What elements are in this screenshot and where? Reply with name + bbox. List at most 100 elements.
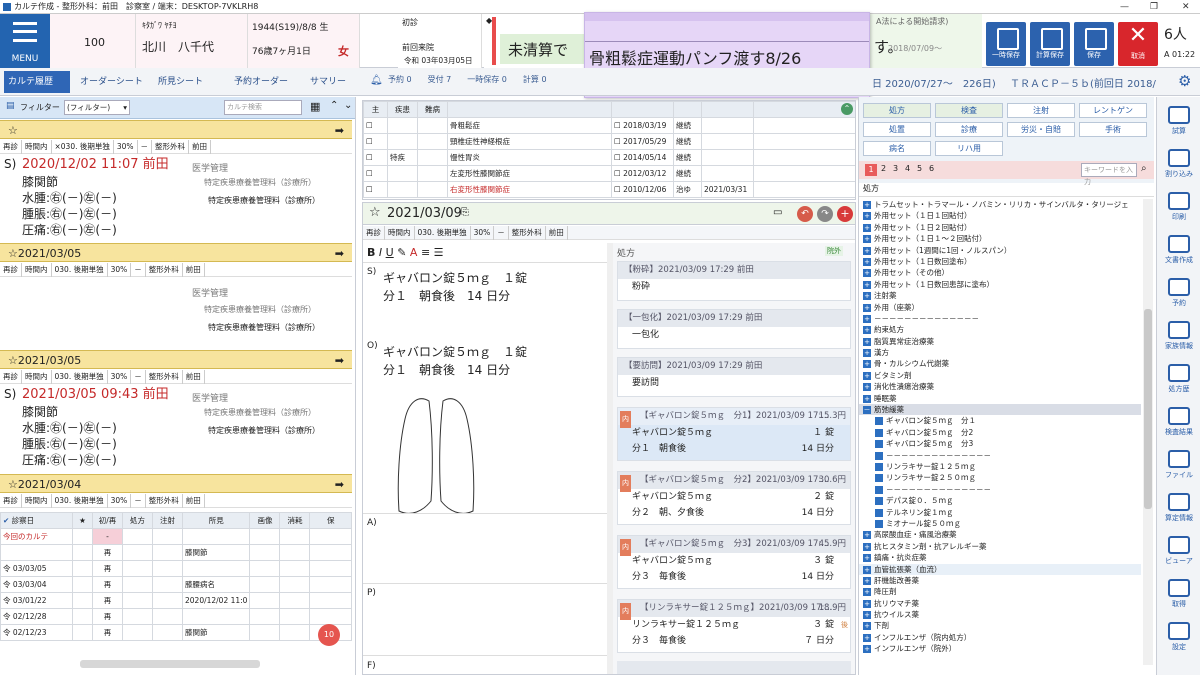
- expand-icon[interactable]: +: [863, 371, 871, 380]
- sidebar-button-6[interactable]: 家族情報: [1159, 318, 1199, 356]
- expand-icon[interactable]: +: [863, 212, 871, 221]
- table-row[interactable]: 今回のカルテ -: [0, 528, 352, 545]
- lock-icon[interactable]: ▭: [773, 207, 782, 218]
- expand-icon[interactable]: +: [863, 576, 871, 585]
- rx-block[interactable]: 【粉砕】2021/03/09 17:29 前田 粉砕: [617, 261, 851, 301]
- tree-item[interactable]: + 外用セット（その他）: [859, 267, 1141, 278]
- bullet-icon[interactable]: [875, 485, 883, 494]
- order-rx-button[interactable]: 処方: [863, 103, 931, 118]
- expand-icon[interactable]: +: [863, 565, 871, 574]
- page-tab-1[interactable]: 1: [865, 164, 877, 176]
- bullet-icon[interactable]: [875, 474, 883, 483]
- star-icon[interactable]: ☆: [369, 205, 381, 220]
- sidebar-button-7[interactable]: 処方歴: [1159, 361, 1199, 399]
- tree-item[interactable]: ギャバロン錠５ｍｇ 分１: [859, 415, 1141, 426]
- tree-item[interactable]: + トラムセット・トラマール・ノバミン・リリカ・サインバルタ・タリージェ: [859, 199, 1141, 210]
- cancel-button[interactable]: ✕ 取消: [1118, 22, 1158, 66]
- expand-icon[interactable]: +: [863, 326, 871, 335]
- tree-item[interactable]: + －－－－－－－－－－－－－－: [859, 313, 1141, 324]
- tree-item[interactable]: テルネリン錠１ｍｇ: [859, 507, 1141, 518]
- tree-item[interactable]: + 漢方: [859, 347, 1141, 358]
- rx-block[interactable]: 【要訪問】2021/03/09 17:29 前田 要訪問: [617, 357, 851, 397]
- sidebar-button-2[interactable]: 割り込み: [1159, 146, 1199, 184]
- tree-item[interactable]: + 外用セット（１日１～２回貼付）: [859, 233, 1141, 244]
- page-tab-4[interactable]: 4: [905, 164, 910, 173]
- expand-icon[interactable]: +: [863, 383, 871, 392]
- tree-item[interactable]: + 外用セット（１日２回貼付）: [859, 222, 1141, 233]
- bullet-icon[interactable]: [875, 428, 883, 437]
- expand-icon[interactable]: +: [863, 611, 871, 620]
- highlight-icon[interactable]: ✎: [397, 246, 406, 259]
- collapse-circle-icon[interactable]: ⌃: [841, 103, 853, 115]
- arrow-icon[interactable]: ➡︎: [335, 475, 344, 494]
- expand-icon[interactable]: +: [863, 633, 871, 642]
- maximize-icon[interactable]: ❐: [1150, 0, 1158, 14]
- expand-icon[interactable]: +: [863, 337, 871, 346]
- expand-icon[interactable]: ⌄: [344, 100, 352, 111]
- order-surgery-button[interactable]: 手術: [1079, 122, 1147, 137]
- table-row[interactable]: 令 03/03/05 再: [0, 560, 352, 577]
- table-row[interactable]: 令 02/12/28 再: [0, 608, 352, 625]
- table-row[interactable]: ☐ 左変形性膝関節症 ☐ 2012/03/12 継続: [363, 165, 855, 182]
- settings-gear-icon[interactable]: ⚙: [1178, 72, 1191, 90]
- tab-chart-history[interactable]: カルテ履歴: [4, 71, 70, 93]
- expand-icon[interactable]: +: [863, 531, 871, 540]
- expand-icon[interactable]: +: [863, 394, 871, 403]
- bullet-icon[interactable]: [875, 417, 883, 426]
- search-icon[interactable]: ⌕: [1141, 163, 1147, 174]
- bullet-icon[interactable]: [875, 440, 883, 449]
- rx-med-item[interactable]: 内【リンラキサー錠１２５ｍｇ】2021/03/09 17:... 18.9円 リン…: [617, 599, 851, 653]
- tree-item[interactable]: ギャバロン錠５ｍｇ 分2: [859, 427, 1141, 438]
- tree-item[interactable]: + 消化性潰瘍治療薬: [859, 381, 1141, 392]
- copy-icon[interactable]: ⎘: [461, 207, 469, 218]
- close-window-icon[interactable]: ✕: [1182, 0, 1190, 14]
- order-test-button[interactable]: 検査: [935, 103, 1003, 118]
- expand-icon[interactable]: +: [863, 542, 871, 551]
- add-icon[interactable]: +: [837, 206, 853, 222]
- page-tab-2[interactable]: 2: [881, 164, 886, 173]
- table-row[interactable]: 令 03/03/04 再膝腰病名: [0, 576, 352, 593]
- order-rehab-button[interactable]: リハ用: [935, 141, 1003, 156]
- table-row[interactable]: ☐ 骨粗鬆症 ☐ 2018/03/19 継続: [363, 117, 855, 134]
- expand-icon[interactable]: +: [863, 588, 871, 597]
- star-icon[interactable]: ☆: [8, 124, 18, 137]
- bold-button[interactable]: B: [367, 246, 375, 259]
- collapse-icon[interactable]: ⌃: [330, 100, 338, 111]
- order-procedure-button[interactable]: 処置: [863, 122, 931, 137]
- tree-item[interactable]: + ビタミン剤: [859, 370, 1141, 381]
- expand-icon[interactable]: +: [863, 360, 871, 369]
- tab-summary[interactable]: サマリー: [306, 71, 362, 93]
- soap-editor[interactable]: S) ギャバロン錠５ｍｇ １錠 分１ 朝食後 14 日分 O) ギャバロン錠５ｍ…: [363, 263, 607, 674]
- tree-item[interactable]: + 脂質異常症治療薬: [859, 336, 1141, 347]
- tree-item[interactable]: －－－－－－－－－－－－－－: [859, 450, 1141, 461]
- tree-item[interactable]: リンラキサー錠２５０ｍｇ: [859, 472, 1141, 483]
- tree-item[interactable]: リンラキサー錠１２５ｍｇ: [859, 461, 1141, 472]
- expand-icon[interactable]: +: [863, 201, 871, 209]
- tree-item[interactable]: －筋弛緩薬: [859, 404, 1141, 416]
- tree-item[interactable]: + 抗リウマチ薬: [859, 598, 1141, 609]
- tree-item[interactable]: + 外用セット（１日１回貼付）: [859, 210, 1141, 221]
- tree-item[interactable]: + 血管拡張薬（血流）: [859, 563, 1141, 575]
- tree-item[interactable]: －－－－－－－－－－－－－－: [859, 484, 1141, 495]
- expand-icon[interactable]: +: [863, 269, 871, 278]
- chart-search-input[interactable]: カルテ検索: [224, 100, 302, 115]
- bullet-icon[interactable]: [875, 451, 883, 460]
- arrow-icon[interactable]: ➡︎: [335, 244, 344, 263]
- tree-item[interactable]: + 高尿酸血症・痛風治療薬: [859, 529, 1141, 540]
- expand-icon[interactable]: +: [863, 292, 871, 301]
- tree-item[interactable]: + 外用セット（１日数回患部に塗布）: [859, 279, 1141, 290]
- tree-item[interactable]: + 鎮痛・抗炎症薬: [859, 552, 1141, 563]
- tree-item[interactable]: + インフルエンザ（院内処方）: [859, 632, 1141, 643]
- expand-icon[interactable]: +: [863, 223, 871, 232]
- tree-item[interactable]: ミオナール錠５０ｍｇ: [859, 518, 1141, 529]
- expand-icon[interactable]: +: [863, 314, 871, 323]
- tab-findings-sheet[interactable]: 所見シート: [154, 71, 240, 93]
- sidebar-button-3[interactable]: 印刷: [1159, 189, 1199, 227]
- calendar-icon[interactable]: ▦: [310, 100, 320, 113]
- tab-appointment-order[interactable]: 予約オーダー: [230, 71, 300, 93]
- expand-icon[interactable]: +: [863, 303, 871, 312]
- tab-order-sheet[interactable]: オーダーシート: [76, 71, 148, 93]
- page-tab-5[interactable]: 5: [917, 164, 922, 173]
- underline-button[interactable]: U: [386, 246, 394, 259]
- calc-save-button[interactable]: 計算保存: [1030, 22, 1070, 66]
